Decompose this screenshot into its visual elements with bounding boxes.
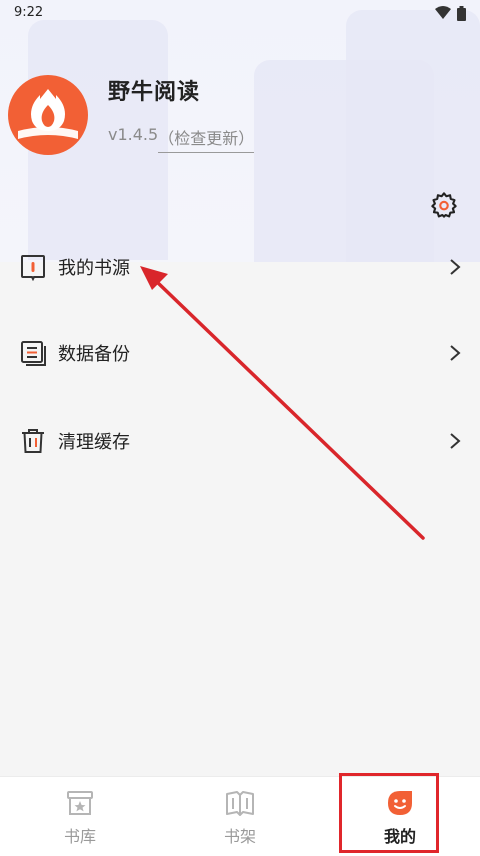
tab-library[interactable]: 书库 bbox=[0, 777, 160, 856]
bookshelf-icon bbox=[226, 791, 254, 816]
library-icon bbox=[67, 791, 93, 815]
tab-bookshelf[interactable]: 书架 bbox=[160, 777, 320, 856]
annotation-arrow bbox=[140, 266, 425, 540]
annotation-highlight-box bbox=[339, 773, 439, 853]
tab-label: 书架 bbox=[223, 827, 256, 846]
tab-label: 书库 bbox=[63, 827, 96, 846]
